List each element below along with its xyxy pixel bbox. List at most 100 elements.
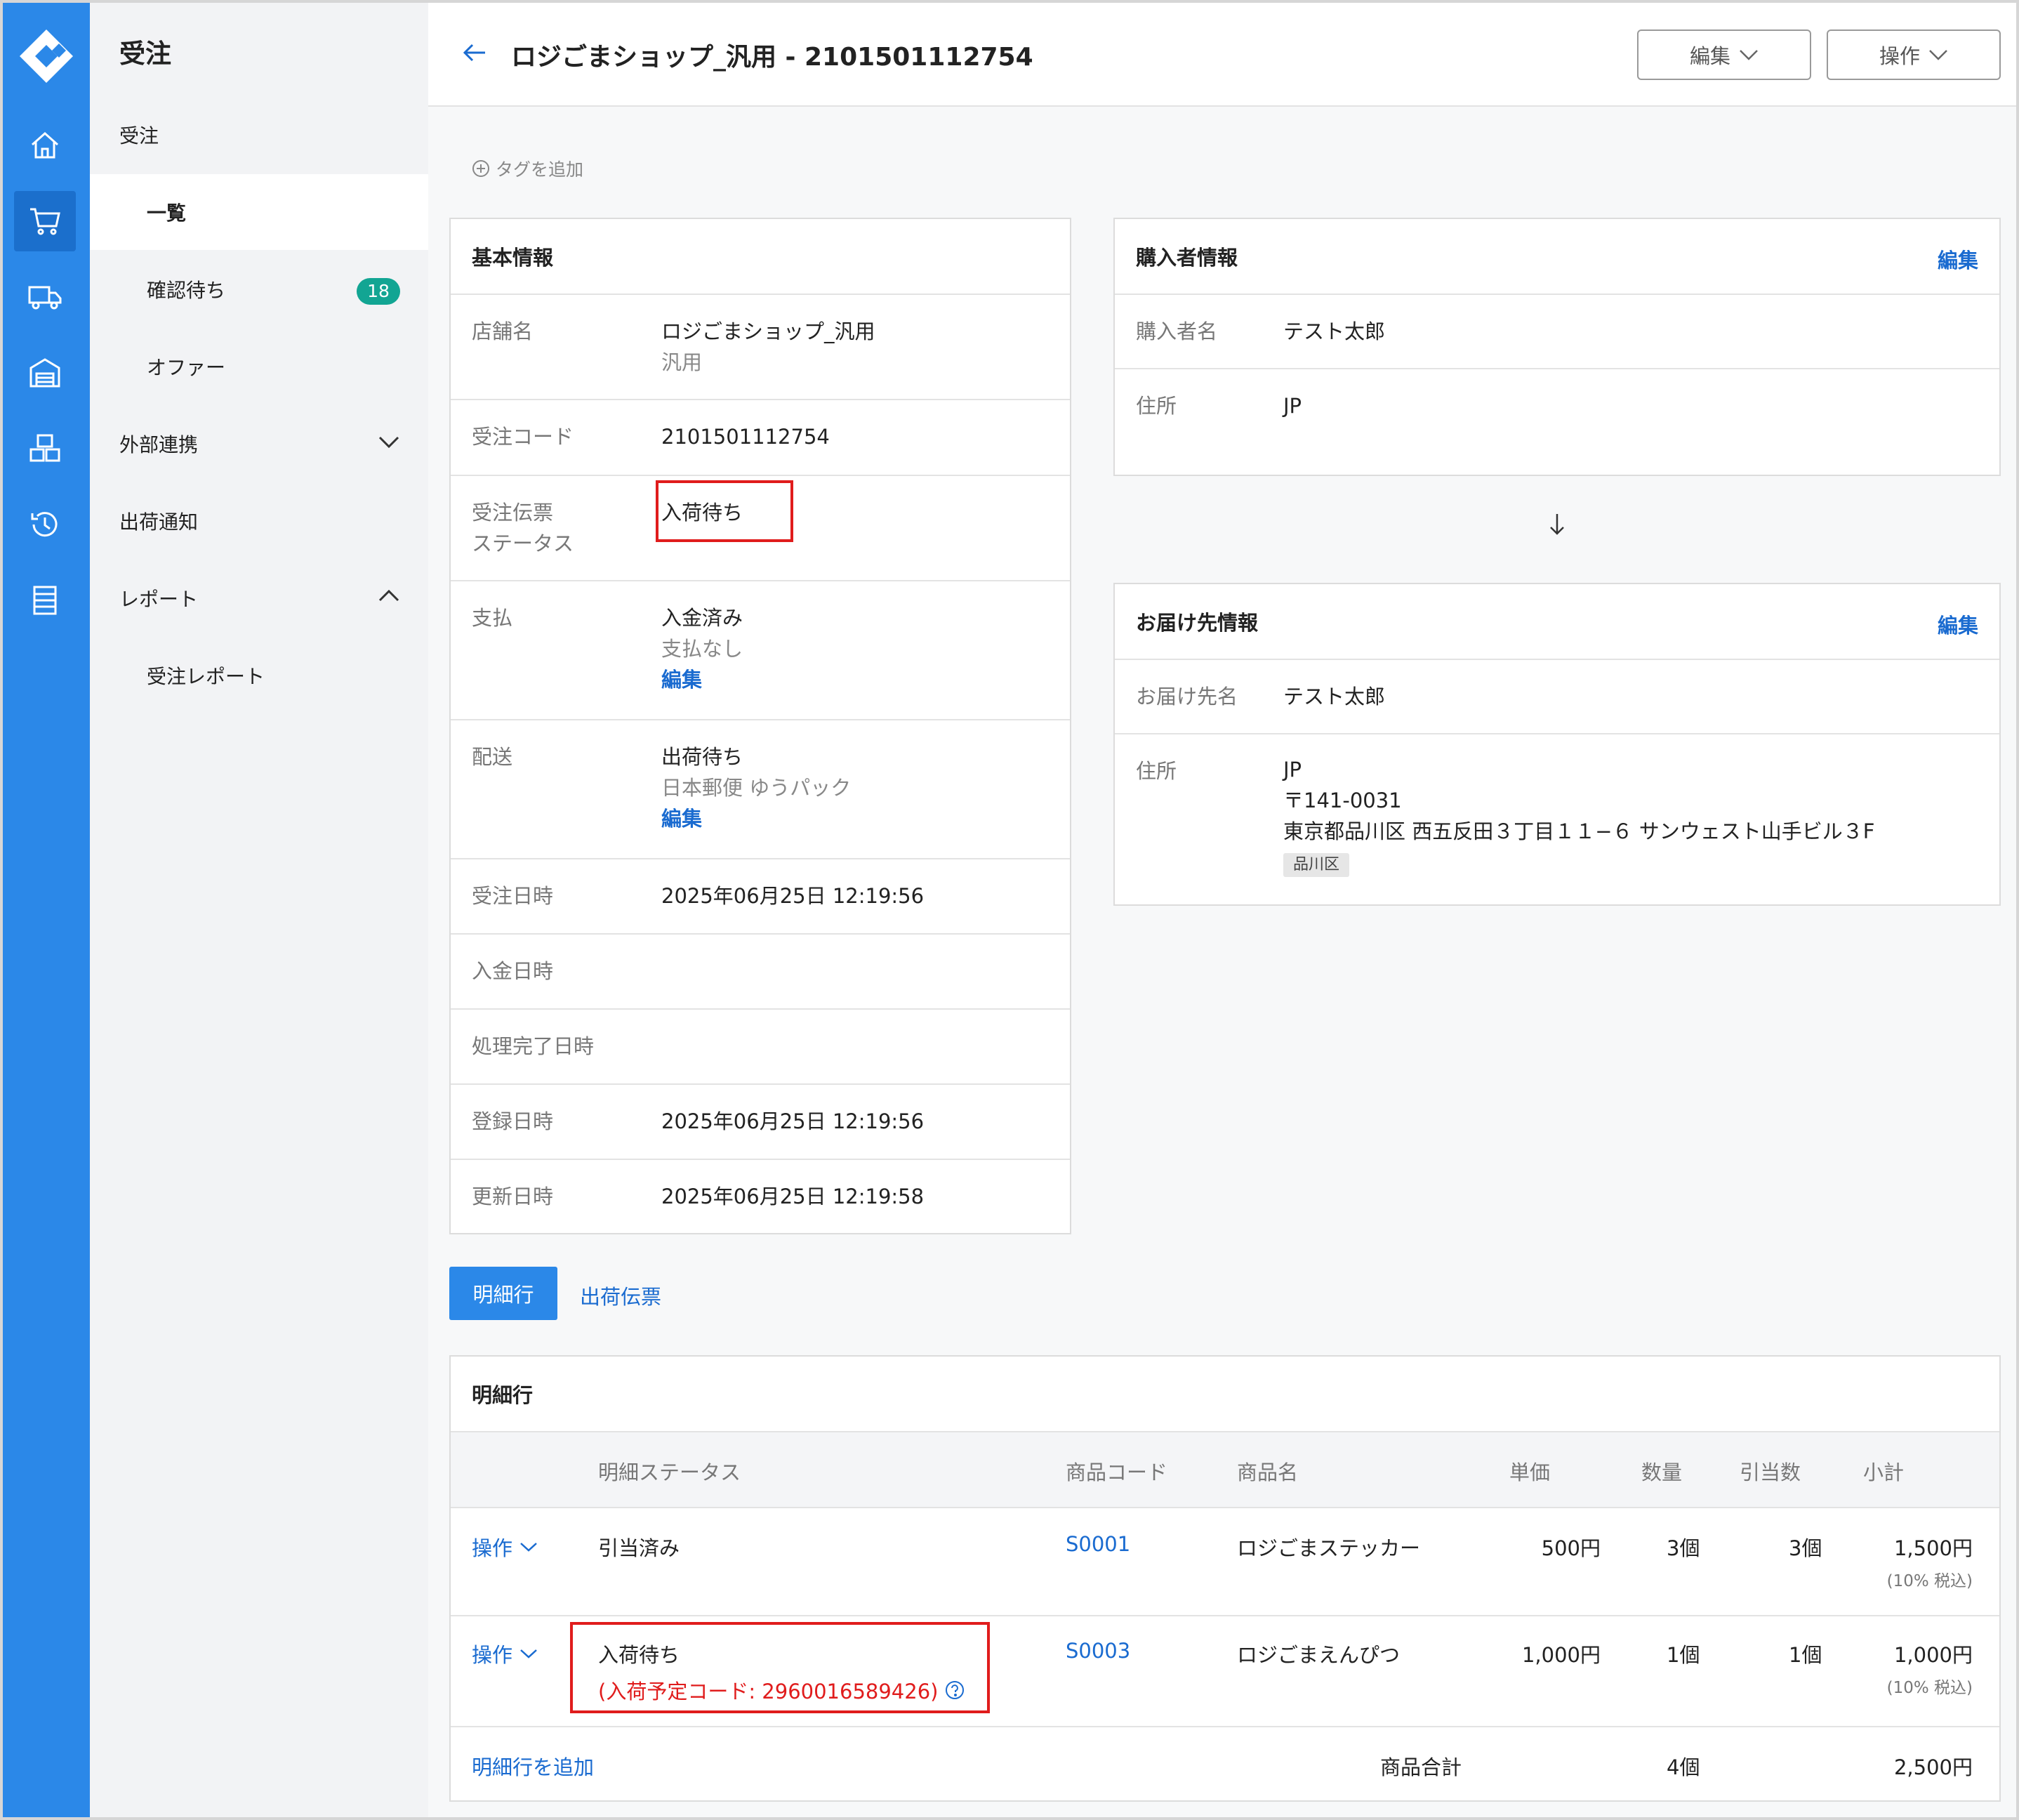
sidebar-item-label: レポート [119,588,199,611]
row-operate-dropdown[interactable]: 操作 [472,1532,538,1562]
subtotal: 1,500円 [1893,1536,1973,1560]
destination-info-header: お届け先情報 編集 [1115,584,1999,660]
tax-note: (10% 税込) [1886,1679,1973,1697]
field-label: お届け先名 [1136,685,1238,708]
field-label: 受注日時 [472,884,554,908]
chevron-down-icon [378,436,399,449]
field-label: 配送 [472,745,513,769]
basic-info-title: 基本情報 [451,219,1070,295]
shop-sub: 汎用 [661,350,703,374]
buyer-edit-link[interactable]: 編集 [1938,244,1978,274]
sidebar-item-integration[interactable]: 外部連携 [90,406,428,482]
operate-dropdown-button[interactable]: 操作 [1827,29,2001,80]
sidebar-item-label: オファー [147,356,226,379]
destination-name-value: テスト太郎 [1283,685,1386,708]
home-icon[interactable] [14,115,76,176]
sidebar-item-offer[interactable]: オファー [90,329,428,404]
logo-icon[interactable] [18,28,74,84]
tax-note: (10% 税込) [1886,1572,1973,1590]
truck-icon[interactable] [14,267,76,327]
warehouse-icon[interactable] [14,343,76,403]
buyer-info-card: 購入者情報 編集 購入者名 テスト太郎 住所 JP [1113,218,2001,476]
total-label: 商品合計 [1380,1755,1462,1779]
highlight-box [656,480,793,542]
tab-shipping-slip[interactable]: 出荷伝票 [580,1281,661,1310]
created-value: 2025年06月25日 12:19:56 [661,1109,925,1133]
destination-info-title: お届け先情報 [1136,611,1259,635]
buyer-info-title: 購入者情報 [1136,246,1238,270]
boxes-icon[interactable] [14,418,76,479]
destination-info-card: お届け先情報 編集 お届け先名 テスト太郎 住所 JP 〒141-0031 東京… [1113,583,2001,906]
back-arrow-icon[interactable] [462,42,487,63]
info-row-updated: 更新日時 2025年06月25日 12:19:58 [451,1160,1070,1233]
count-badge: 18 [357,278,400,305]
cart-icon[interactable] [14,191,76,251]
destination-row-name: お届け先名 テスト太郎 [1115,660,1999,734]
quantity: 1個 [1667,1643,1700,1667]
info-row-status: 受注伝票 ステータス 入荷待ち [451,476,1070,581]
page-header: ロジごまショップ_汎用 - 2101501112754 編集 操作 [428,3,2016,107]
row-divider [451,1615,1999,1616]
buyer-address-value: JP [1283,394,1302,418]
sidebar-title: 受注 [119,39,171,69]
chevron-down-icon [1740,50,1758,60]
chevron-down-icon [520,1649,537,1659]
product-code-link[interactable]: S0003 [1066,1639,1130,1663]
buyer-row-name: 購入者名 テスト太郎 [1115,295,1999,369]
field-label: 住所 [1136,394,1177,418]
row-operate-dropdown[interactable]: 操作 [472,1639,538,1668]
sidebar-item-report[interactable]: レポート [90,560,428,636]
status-label-line1: 受注伝票 [472,501,554,525]
buyer-name-value: テスト太郎 [1283,319,1386,343]
field-label: 処理完了日時 [472,1034,595,1058]
page-title: ロジごまショップ_汎用 - 2101501112754 [511,43,1033,72]
icon-rail [3,3,90,1817]
address-zip: 〒141-0031 [1283,789,1402,812]
plus-circle-icon [472,160,489,177]
col-header-qty: 数量 [1641,1460,1683,1484]
line-items-card: 明細行 [449,1355,2001,1802]
edit-dropdown-button[interactable]: 編集 [1637,29,1811,80]
destination-edit-link[interactable]: 編集 [1938,609,1978,639]
edit-button-label: 編集 [1689,44,1730,68]
delivery-edit-link[interactable]: 編集 [661,803,851,834]
add-line-item-link[interactable]: 明細行を追加 [472,1751,594,1781]
add-tag-link[interactable]: タグを追加 [472,156,583,181]
chevron-up-icon [378,589,399,602]
sidebar-item-orders[interactable]: 受注 [90,97,428,173]
highlight-box [570,1622,990,1713]
sidebar-item-list[interactable]: 一覧 [90,174,428,250]
sidebar-item-label: 一覧 [147,202,187,225]
operate-button-label: 操作 [1879,44,1920,68]
field-label: 支払 [472,606,513,630]
app-window: 受注 受注 一覧 確認待ち 18 オファー 外部連携 出荷通知 レポート 受注レ… [0,0,2019,1820]
tab-line-items[interactable]: 明細行 [449,1267,557,1320]
sidebar-item-label: 受注レポート [147,665,265,688]
order-date-value: 2025年06月25日 12:19:56 [661,884,925,908]
info-row-order-date: 受注日時 2025年06月25日 12:19:56 [451,859,1070,935]
history-icon[interactable] [14,494,76,555]
report-icon[interactable] [14,570,76,631]
buyer-info-header: 購入者情報 編集 [1115,219,1999,295]
add-tag-label: タグを追加 [496,159,584,180]
col-header-alloc: 引当数 [1740,1460,1801,1484]
arrow-down-icon [1550,514,1564,535]
unit-price: 500円 [1541,1536,1601,1560]
chevron-down-icon [520,1543,537,1552]
field-label: 入金日時 [472,959,554,983]
info-row-delivery: 配送 出荷待ち 日本郵便 ゆうパック 編集 [451,720,1070,859]
payment-sub: 支払なし [661,637,743,661]
sidebar-item-label: 確認待ち [147,279,226,302]
payment-edit-link[interactable]: 編集 [661,664,743,695]
field-label: 更新日時 [472,1185,554,1208]
line-status: 引当済み [598,1536,680,1560]
order-code-value: 2101501112754 [661,425,830,449]
sidebar-item-label: 受注 [119,124,159,147]
sidebar-item-order-report[interactable]: 受注レポート [90,638,428,713]
operate-label: 操作 [472,1536,513,1560]
col-header-code: 商品コード [1066,1460,1168,1484]
product-code-link[interactable]: S0001 [1066,1532,1130,1556]
sidebar-item-shipment-notice[interactable]: 出荷通知 [90,483,428,559]
shop-name: ロジごまショップ_汎用 [661,319,875,343]
sidebar-item-pending-confirmation[interactable]: 確認待ち 18 [90,251,428,327]
